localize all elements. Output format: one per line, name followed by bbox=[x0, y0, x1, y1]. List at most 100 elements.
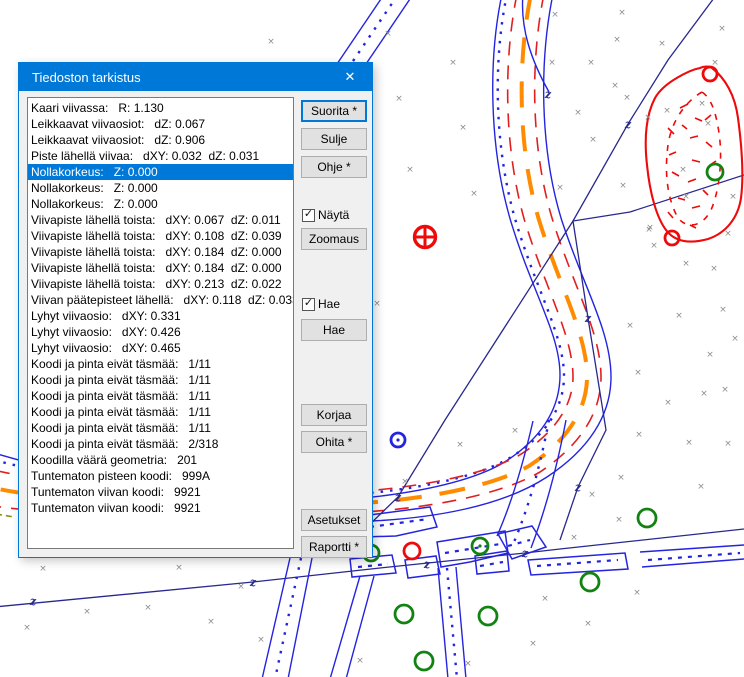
survey-x-mark: × bbox=[682, 259, 690, 269]
suorita-button[interactable]: Suorita * bbox=[301, 100, 367, 122]
check-list-item[interactable]: Piste lähellä viivaa: dXY: 0.032 dZ: 0.0… bbox=[28, 148, 293, 164]
survey-x-mark: × bbox=[570, 533, 578, 543]
check-list-item[interactable]: Koodilla väärä geometria: 201 bbox=[28, 452, 293, 468]
z-line-marker: z bbox=[394, 491, 402, 504]
survey-x-mark: × bbox=[729, 192, 737, 202]
sulje-button[interactable]: Sulje bbox=[301, 128, 367, 150]
check-list-item[interactable]: Viivapiste lähellä toista: dXY: 0.067 dZ… bbox=[28, 212, 293, 228]
checkbox-label: Hae bbox=[318, 297, 340, 311]
survey-x-mark: × bbox=[144, 603, 152, 613]
nayta-checkbox[interactable]: ✓ Näytä bbox=[302, 208, 349, 222]
close-icon[interactable]: ✕ bbox=[328, 63, 372, 91]
asetukset-button[interactable]: Asetukset bbox=[301, 509, 367, 531]
checkbox-box: ✓ bbox=[302, 209, 315, 222]
z-line-marker: z bbox=[423, 558, 431, 571]
survey-x-mark: × bbox=[257, 635, 265, 645]
survey-x-mark: × bbox=[589, 135, 597, 145]
road-edge bbox=[288, 558, 312, 677]
check-list-item[interactable]: Nollakorkeus: Z: 0.000 bbox=[28, 180, 293, 196]
survey-x-mark: × bbox=[401, 477, 409, 487]
point-symbols-layer bbox=[363, 67, 723, 670]
check-list-item[interactable]: Koodi ja pinta eivät täsmää: 1/11 bbox=[28, 388, 293, 404]
survey-x-mark: × bbox=[635, 430, 643, 440]
check-list-item[interactable]: Nollakorkeus: Z: 0.000 bbox=[28, 164, 293, 180]
green-circle-symbol bbox=[415, 652, 433, 670]
check-list-item[interactable]: Leikkaavat viivaosiot: dZ: 0.906 bbox=[28, 132, 293, 148]
survey-x-mark: × bbox=[633, 588, 641, 598]
green-circle-symbol bbox=[581, 573, 599, 591]
check-list-item[interactable]: Koodi ja pinta eivät täsmää: 1/11 bbox=[28, 404, 293, 420]
green-circle-symbol bbox=[395, 605, 413, 623]
survey-x-mark: × bbox=[626, 321, 634, 331]
survey-x-mark: × bbox=[682, 192, 690, 202]
check-list-item[interactable]: Nollakorkeus: Z: 0.000 bbox=[28, 196, 293, 212]
survey-x-mark: × bbox=[700, 389, 708, 399]
survey-x-mark: × bbox=[175, 563, 183, 573]
check-list-item[interactable]: Lyhyt viivaosio: dXY: 0.331 bbox=[28, 308, 293, 324]
green-circle-symbol bbox=[638, 509, 656, 527]
survey-x-mark: × bbox=[384, 29, 392, 39]
survey-x-mark: × bbox=[456, 440, 464, 450]
check-list-item[interactable]: Tuntematon pisteen koodi: 999A bbox=[28, 468, 293, 484]
check-list-item[interactable]: Leikkaavat viivaosiot: dZ: 0.067 bbox=[28, 116, 293, 132]
z-line-marker: z bbox=[249, 576, 257, 589]
ohje-button[interactable]: Ohje * bbox=[301, 156, 367, 178]
check-list-item[interactable]: Viivapiste lähellä toista: dXY: 0.184 dZ… bbox=[28, 260, 293, 276]
survey-x-mark: × bbox=[459, 123, 467, 133]
z-line-marker: z bbox=[624, 118, 632, 131]
survey-x-mark: × bbox=[373, 299, 381, 309]
check-list-item[interactable]: Koodi ja pinta eivät täsmää: 1/11 bbox=[28, 372, 293, 388]
z-line-marker: z bbox=[574, 481, 582, 494]
survey-x-mark: × bbox=[615, 515, 623, 525]
check-list-item[interactable]: Viivan päätepisteet lähellä: dXY: 0.118 … bbox=[28, 292, 293, 308]
zoomaus-button[interactable]: Zoomaus bbox=[301, 228, 367, 250]
check-list-item[interactable]: Koodi ja pinta eivät täsmää: 2/318 bbox=[28, 436, 293, 452]
road-centerline-dots bbox=[275, 558, 301, 677]
check-list-item[interactable]: Koodi ja pinta eivät täsmää: 1/11 bbox=[28, 420, 293, 436]
survey-x-mark: × bbox=[39, 564, 47, 574]
survey-x-mark: × bbox=[634, 368, 642, 378]
check-list-item[interactable]: Koodi ja pinta eivät täsmää: 1/11 bbox=[28, 356, 293, 372]
hae-checkbox[interactable]: ✓ Hae bbox=[302, 297, 340, 311]
check-list-item[interactable]: Tuntematon viivan koodi: 9921 bbox=[28, 500, 293, 516]
survey-x-mark: × bbox=[724, 439, 732, 449]
check-list-item[interactable]: Viivapiste lähellä toista: dXY: 0.108 dZ… bbox=[28, 228, 293, 244]
island-dash bbox=[358, 564, 388, 567]
check-list-item[interactable]: Kaari viivassa: R: 1.130 bbox=[28, 100, 293, 116]
survey-x-mark: × bbox=[645, 225, 653, 235]
check-list-item[interactable]: Viivapiste lähellä toista: dXY: 0.213 dZ… bbox=[28, 276, 293, 292]
island-dash bbox=[537, 560, 618, 566]
green-circle-symbol bbox=[479, 607, 497, 625]
z-line-marker: z bbox=[584, 312, 592, 325]
file-check-dialog: Tiedoston tarkistus ✕ Kaari viivassa: R:… bbox=[18, 62, 373, 558]
island-dash bbox=[508, 540, 530, 546]
korjaa-button[interactable]: Korjaa bbox=[301, 404, 367, 426]
survey-x-mark: × bbox=[710, 264, 718, 274]
road-edge bbox=[438, 568, 448, 677]
check-list-item[interactable]: Viivapiste lähellä toista: dXY: 0.184 dZ… bbox=[28, 244, 293, 260]
survey-x-mark: × bbox=[541, 594, 549, 604]
survey-x-mark: × bbox=[551, 10, 559, 20]
hae-button[interactable]: Hae bbox=[301, 319, 367, 341]
survey-x-mark: × bbox=[644, 113, 652, 123]
check-list-item[interactable]: Lyhyt viivaosio: dXY: 0.465 bbox=[28, 340, 293, 356]
survey-x-mark: × bbox=[470, 189, 478, 199]
survey-x-mark: × bbox=[237, 582, 245, 592]
check-list-item[interactable]: Tuntematon viivan koodi: 9921 bbox=[28, 484, 293, 500]
traffic-island bbox=[350, 555, 396, 577]
error-target-layer bbox=[415, 227, 436, 248]
checkmark-icon: ✓ bbox=[304, 298, 313, 309]
survey-x-mark: × bbox=[511, 426, 519, 436]
raportti-button[interactable]: Raportti * bbox=[301, 536, 367, 558]
z-line-marker: z bbox=[29, 595, 37, 608]
ohita-button[interactable]: Ohita * bbox=[301, 431, 367, 453]
road-branch bbox=[497, 420, 566, 548]
dialog-titlebar[interactable]: Tiedoston tarkistus ✕ bbox=[19, 63, 372, 91]
survey-x-mark: × bbox=[449, 58, 457, 68]
check-list[interactable]: Kaari viivassa: R: 1.130Leikkaavat viiva… bbox=[27, 97, 294, 549]
survey-x-mark: × bbox=[685, 438, 693, 448]
branch-dots bbox=[514, 420, 549, 542]
circle-center-dot bbox=[478, 544, 481, 547]
check-list-item[interactable]: Lyhyt viivaosio: dXY: 0.426 bbox=[28, 324, 293, 340]
survey-x-mark: × bbox=[611, 81, 619, 91]
